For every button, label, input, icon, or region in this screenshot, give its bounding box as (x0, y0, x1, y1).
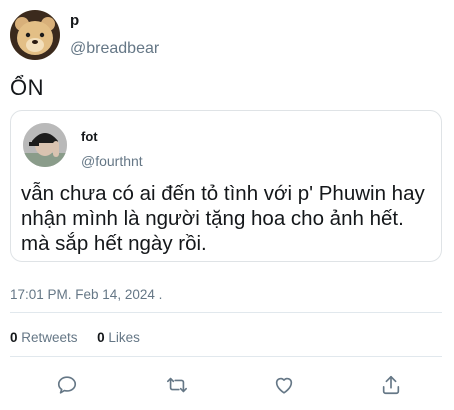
author-display-name[interactable]: p (70, 12, 79, 29)
tweet-timestamp[interactable]: 17:01 PM. Feb 14, 2024 . (10, 287, 162, 302)
quoted-tweet-text: vẫn chưa có ai đến tỏ tình với p' Phuwin… (21, 182, 425, 255)
reply-button[interactable] (54, 372, 80, 398)
quoted-author-handle[interactable]: @fourthnt (81, 153, 143, 169)
bear-plush-avatar-icon (10, 10, 60, 60)
author-avatar[interactable] (10, 10, 60, 60)
reply-icon (57, 376, 77, 394)
quoted-author-avatar[interactable] (23, 123, 67, 167)
tweet-text: ỔN (10, 75, 44, 100)
retweet-icon (167, 377, 187, 393)
quoted-author-display-name[interactable]: fot (81, 129, 98, 144)
retweets-count[interactable]: 0 (10, 330, 18, 345)
tweet-actions (0, 372, 454, 398)
quoted-tweet-card[interactable]: fot @fourthnt vẫn chưa có ai đến tỏ tình… (10, 110, 442, 262)
likes-count[interactable]: 0 (97, 330, 105, 345)
retweets-label[interactable]: Retweets (21, 330, 77, 345)
share-button[interactable] (378, 372, 404, 398)
divider (10, 356, 442, 357)
share-icon (382, 375, 400, 395)
tweet-stats: 0 Retweets 0 Likes (10, 330, 140, 345)
retweet-button[interactable] (164, 372, 190, 398)
like-button[interactable] (271, 372, 297, 398)
likes-label[interactable]: Likes (108, 330, 140, 345)
person-cap-avatar-icon (23, 123, 67, 167)
author-handle[interactable]: @breadbear (70, 40, 159, 58)
divider (10, 312, 442, 313)
like-icon (275, 377, 293, 394)
